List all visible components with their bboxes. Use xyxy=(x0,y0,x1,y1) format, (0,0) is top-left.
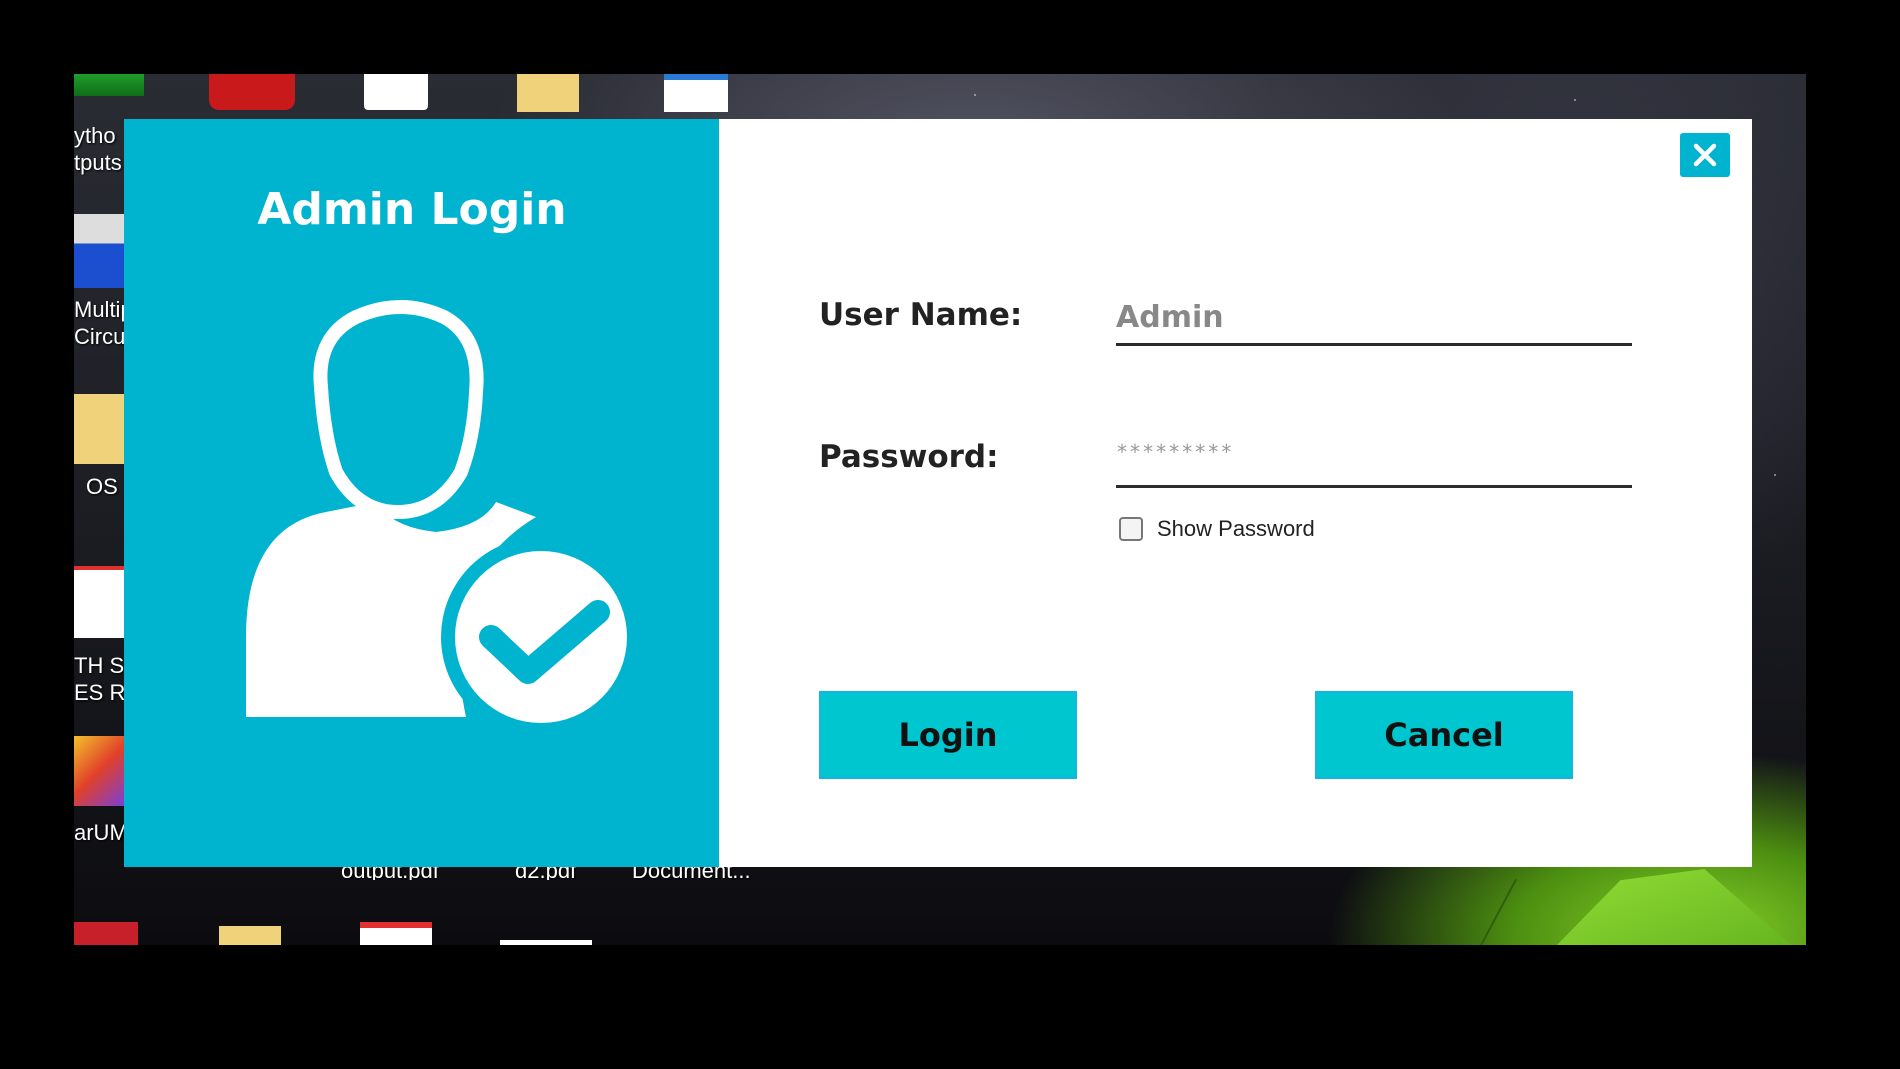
close-icon xyxy=(1693,143,1717,167)
password-input[interactable] xyxy=(1116,433,1632,488)
cancel-button[interactable]: Cancel xyxy=(1315,691,1573,779)
desktop-icon-label[interactable]: OS xyxy=(86,474,126,500)
admin-login-dialog: Admin Login User Name: Password: Show Pa… xyxy=(124,119,1752,867)
desktop-icon-folder[interactable] xyxy=(517,74,579,112)
desktop-icon-red-book[interactable] xyxy=(209,74,295,110)
file-icon[interactable] xyxy=(500,940,592,945)
marvel-icon[interactable] xyxy=(74,922,138,945)
show-password-label: Show Password xyxy=(1157,516,1315,541)
desktop-icon-window[interactable] xyxy=(364,74,428,110)
desktop-icon-label[interactable]: ytho tputs xyxy=(74,122,124,176)
username-label: User Name: xyxy=(819,297,1023,333)
desktop-icon-label[interactable]: arUM xyxy=(74,820,124,846)
admin-avatar-check-icon xyxy=(246,300,641,737)
desktop-icon-green[interactable] xyxy=(74,74,144,96)
close-button[interactable] xyxy=(1680,133,1730,177)
os-folder-icon[interactable] xyxy=(74,394,124,464)
password-label: Password: xyxy=(819,439,999,475)
folder-icon[interactable] xyxy=(219,926,281,945)
tent-image xyxy=(1494,869,1806,945)
panel-title: Admin Login xyxy=(257,184,567,235)
pdf-file-icon[interactable] xyxy=(74,566,124,638)
staruml-icon[interactable] xyxy=(74,736,124,806)
dev-cpp-icon[interactable] xyxy=(74,214,124,288)
show-password-checkbox[interactable] xyxy=(1119,517,1143,541)
pdf-icon[interactable] xyxy=(360,922,432,945)
desktop-icon-document[interactable] xyxy=(664,74,728,112)
username-input[interactable] xyxy=(1116,291,1632,346)
desktop-icon-label[interactable]: TH SEES RE xyxy=(74,652,124,706)
login-side-panel: Admin Login xyxy=(124,119,719,867)
login-button[interactable]: Login xyxy=(819,691,1077,779)
desktop-icon-label[interactable]: MultipCircul xyxy=(74,296,124,350)
show-password-toggle[interactable]: Show Password xyxy=(1119,516,1315,542)
